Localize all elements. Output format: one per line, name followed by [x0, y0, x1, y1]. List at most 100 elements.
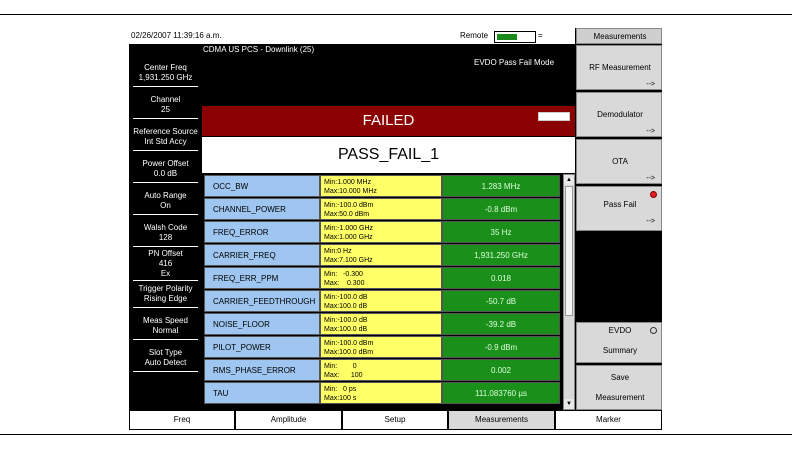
- table-scrollbar[interactable]: ▲ ▼: [563, 174, 575, 410]
- table-row: FREQ_ERR_PPM Min: -0.300 Max: 0.300 0.018: [202, 267, 563, 289]
- bottom-menu-bar: Freq Amplitude Setup Measurements Marker: [129, 410, 662, 430]
- separator: [133, 86, 198, 87]
- remote-tick: =: [538, 31, 543, 40]
- limit-min: Min: 0 ps: [324, 386, 357, 393]
- test-name-cell: PILOT_POWER: [204, 336, 320, 358]
- freq-tab[interactable]: Freq: [129, 410, 235, 430]
- demodulator-button[interactable]: Demodulator -->: [576, 92, 662, 137]
- pass-fail-button[interactable]: Pass Fail -->: [576, 186, 662, 231]
- analyzer-screen: 02/26/2007 11:39:16 a.m. Remote = CDMA U…: [129, 28, 662, 430]
- separator: [133, 307, 198, 308]
- value-cell: -0.9 dBm: [442, 336, 560, 358]
- mode-title: CDMA US PCS - Downlink (25): [203, 45, 315, 54]
- value-cell: 35 Hz: [442, 221, 560, 243]
- separator: [133, 246, 198, 247]
- param-value: Rising Edge: [143, 294, 188, 303]
- param-pn-offset[interactable]: PN Offset 416 Ex: [129, 249, 202, 281]
- param-value: Normal: [152, 326, 179, 335]
- param-walsh-code[interactable]: Walsh Code 128: [129, 223, 202, 247]
- scroll-down-arrow-icon[interactable]: ▼: [564, 399, 574, 409]
- button-sublabel: Summary: [602, 346, 638, 355]
- amplitude-tab[interactable]: Amplitude: [235, 410, 342, 430]
- separator: [133, 339, 198, 340]
- top-rule: [0, 14, 792, 15]
- limits-cell: Min:-100.0 dB Max:100.0 dB: [320, 313, 442, 335]
- button-label: OTA: [612, 157, 628, 166]
- remote-label: Remote: [460, 31, 489, 40]
- param-power-offset[interactable]: Power Offset 0.0 dB: [129, 159, 202, 183]
- limit-max: Max:100.0 dB: [324, 326, 368, 333]
- value-cell: 0.018: [442, 267, 560, 289]
- param-meas-speed[interactable]: Meas Speed Normal: [129, 316, 202, 340]
- param-label: Trigger Polarity: [138, 284, 193, 293]
- param-value: On: [160, 201, 171, 210]
- save-measurement-button[interactable]: Save Measurement: [576, 365, 662, 410]
- param-slot-type[interactable]: Slot Type Auto Detect: [129, 348, 202, 372]
- limits-cell: Min:1.000 MHz Max:10.000 MHz: [320, 175, 442, 197]
- view-title: EVDO Pass Fail Mode: [474, 58, 555, 67]
- limits-cell: Min:-100.0 dB Max:100.0 dB: [320, 290, 442, 312]
- param-trigger-polarity[interactable]: Trigger Polarity Rising Edge: [129, 284, 202, 308]
- param-value: 0.0 dB: [153, 169, 178, 178]
- test-name-cell: FREQ_ERR_PPM: [204, 267, 320, 289]
- test-name: PASS_FAIL_1: [337, 146, 440, 163]
- setup-tab[interactable]: Setup: [342, 410, 448, 430]
- param-value-2: Ex: [160, 269, 171, 278]
- param-label: Slot Type: [148, 348, 183, 357]
- remote-indicator: [494, 31, 536, 43]
- limit-min: Min: -0.300: [324, 271, 363, 278]
- limit-min: Min:-100.0 dB: [324, 317, 368, 324]
- rf-measurement-button[interactable]: RF Measurement -->: [576, 45, 662, 90]
- scroll-thumb[interactable]: [565, 186, 573, 316]
- param-reference-source[interactable]: Reference Source Int Std Accy: [129, 127, 202, 151]
- param-label: Walsh Code: [143, 223, 188, 232]
- button-label: Demodulator: [597, 110, 643, 119]
- table-row: NOISE_FLOOR Min:-100.0 dB Max:100.0 dB -3…: [202, 313, 563, 335]
- datetime: 02/26/2007 11:39:16 a.m.: [131, 31, 222, 40]
- table-row: CHANNEL_POWER Min:-100.0 dBm Max:50.0 dBm…: [202, 198, 563, 220]
- scroll-up-arrow-icon[interactable]: ▲: [564, 175, 574, 185]
- table-row: OCC_BW Min:1.000 MHz Max:10.000 MHz 1.283…: [202, 175, 563, 197]
- table-row: TAU Min: 0 ps Max:100 s 111.083760 µs: [202, 382, 563, 404]
- limit-max: Max:100.0 dB: [324, 303, 368, 310]
- result-indicator-box: [538, 112, 570, 121]
- submenu-arrow-icon: -->: [646, 175, 655, 182]
- separator: [133, 371, 198, 372]
- button-label: Pass Fail: [603, 200, 637, 209]
- measurements-tab[interactable]: Measurements: [448, 410, 555, 430]
- limits-cell: Min: 0 Max: 100: [320, 359, 442, 381]
- result-banner: FAILED: [202, 106, 575, 136]
- limit-max: Max:1.000 GHz: [324, 234, 373, 241]
- marker-tab[interactable]: Marker: [555, 410, 662, 430]
- limit-max: Max: 0.300: [324, 280, 365, 287]
- separator: [133, 214, 198, 215]
- limit-min: Min:-100.0 dB: [324, 294, 368, 301]
- button-label: RF Measurement: [589, 63, 651, 72]
- value-cell: 1,931.250 GHz: [442, 244, 560, 266]
- param-auto-range[interactable]: Auto Range On: [129, 191, 202, 215]
- evdo-summary-button[interactable]: EVDO Summary: [576, 322, 662, 363]
- button-label-2: Measurement: [595, 393, 645, 402]
- test-name-cell: NOISE_FLOOR: [204, 313, 320, 335]
- separator: [133, 150, 198, 151]
- param-channel[interactable]: Channel 25: [129, 95, 202, 119]
- table-row: RMS_PHASE_ERROR Min: 0 Max: 100 0.002: [202, 359, 563, 381]
- param-label: Center Freq: [144, 63, 187, 72]
- ota-button[interactable]: OTA -->: [576, 139, 662, 184]
- active-radio-icon: [650, 191, 657, 198]
- results-table: OCC_BW Min:1.000 MHz Max:10.000 MHz 1.283…: [202, 174, 575, 410]
- limit-max: Max:100 s: [324, 395, 357, 402]
- param-value: 128: [158, 233, 173, 242]
- limit-min: Min:-100.0 dBm: [324, 340, 374, 347]
- limit-min: Min:1.000 MHz: [324, 179, 372, 186]
- test-name-bar: PASS_FAIL_1: [202, 137, 575, 173]
- limit-max: Max:100.0 dBm: [324, 349, 374, 356]
- limits-cell: Min:-100.0 dBm Max:50.0 dBm: [320, 198, 442, 220]
- separator: [133, 118, 198, 119]
- param-value: 1,931.250 GHz: [138, 73, 193, 82]
- limits-cell: Min: -0.300 Max: 0.300: [320, 267, 442, 289]
- limits-cell: Min: 0 ps Max:100 s: [320, 382, 442, 404]
- param-center-freq[interactable]: Center Freq 1,931.250 GHz: [129, 63, 202, 87]
- table-row: FREQ_ERROR Min:-1.000 GHz Max:1.000 GHz 3…: [202, 221, 563, 243]
- param-label: Channel: [150, 95, 181, 104]
